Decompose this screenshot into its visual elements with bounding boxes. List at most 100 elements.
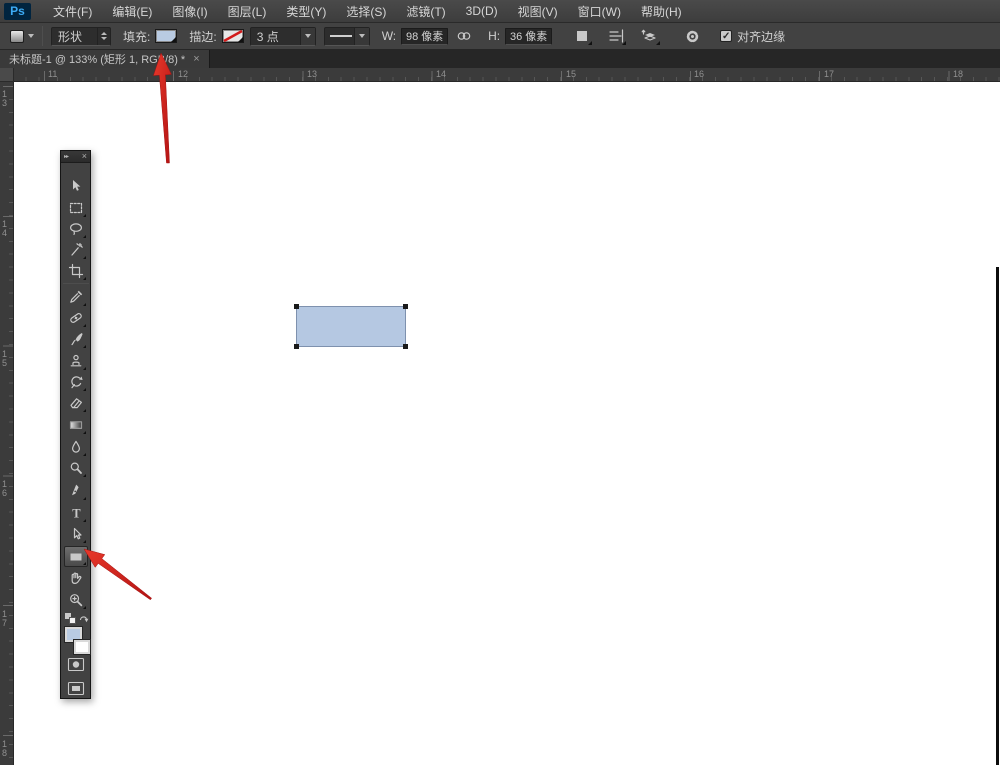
- ruler-number: 14: [436, 69, 446, 79]
- menu-edit[interactable]: 编辑(E): [102, 0, 162, 23]
- fill-label: 填充:: [123, 28, 150, 45]
- zoom-tool[interactable]: [65, 590, 87, 610]
- swatch-corner-icon: [588, 41, 592, 45]
- close-icon[interactable]: ×: [82, 152, 87, 161]
- quick-mask-mode-button[interactable]: [66, 656, 86, 678]
- gradient-tool[interactable]: [65, 415, 87, 435]
- swatch-corner-icon: [622, 41, 626, 45]
- align-edges-checkbox[interactable]: ✓: [720, 30, 732, 42]
- chevron-down-icon[interactable]: [354, 28, 369, 45]
- shape-width-field[interactable]: 98 像素: [401, 28, 448, 45]
- document-tab[interactable]: 未标题-1 @ 133% (矩形 1, RGB/8) * ×: [0, 50, 210, 68]
- rectangular-marquee-tool[interactable]: [65, 198, 87, 218]
- width-label: W:: [382, 29, 396, 43]
- menu-3d[interactable]: 3D(D): [456, 0, 508, 23]
- anchor-handle[interactable]: [294, 344, 299, 349]
- document-tab-title: 未标题-1 @ 133% (矩形 1, RGB/8) *: [9, 51, 185, 67]
- link-dimensions-icon[interactable]: [452, 26, 476, 47]
- stroke-width-combo[interactable]: 3 点: [250, 27, 316, 46]
- rectangle-tool[interactable]: [64, 546, 88, 567]
- collapse-panel-icon[interactable]: ▸▸: [64, 153, 68, 160]
- path-operations-button[interactable]: [570, 26, 594, 47]
- ruler-number: 15: [2, 350, 9, 368]
- align-edges-label: 对齐边缘: [737, 28, 785, 45]
- stroke-style-dropdown[interactable]: [324, 27, 370, 46]
- menu-window[interactable]: 窗口(W): [568, 0, 631, 23]
- swatch-corner-icon: [171, 37, 176, 42]
- rectangle-shape[interactable]: [296, 306, 406, 347]
- eraser-tool[interactable]: [65, 393, 87, 413]
- divider: [63, 283, 89, 284]
- ruler-number: 14: [2, 220, 9, 238]
- menu-filter[interactable]: 滤镜(T): [396, 0, 455, 23]
- spinner-icon[interactable]: [97, 28, 110, 45]
- menu-help[interactable]: 帮助(H): [631, 0, 692, 23]
- path-alignment-button[interactable]: [604, 26, 628, 47]
- fill-color-swatch[interactable]: [155, 29, 177, 43]
- arrow-to-rectangle-tool: [84, 549, 152, 600]
- dodge-tool[interactable]: [65, 458, 87, 478]
- menu-layer[interactable]: 图层(L): [218, 0, 277, 23]
- stroke-width-value: 3 点: [257, 28, 279, 45]
- tools-panel-titlebar[interactable]: ▸▸ ×: [61, 151, 90, 163]
- photoshop-logo: Ps: [4, 3, 31, 20]
- height-label: H:: [488, 29, 500, 43]
- spot-healing-brush-tool[interactable]: [65, 308, 87, 328]
- vertical-ruler[interactable]: 13 14 15 16 17 18: [0, 82, 14, 765]
- menu-select[interactable]: 选择(S): [336, 0, 396, 23]
- ruler-ticks: [14, 71, 1000, 81]
- path-arrangement-button[interactable]: [638, 26, 662, 47]
- eyedropper-tool[interactable]: [65, 287, 87, 307]
- menu-view[interactable]: 视图(V): [508, 0, 568, 23]
- menu-file[interactable]: 文件(F): [43, 0, 102, 23]
- ruler-number: 18: [953, 69, 963, 79]
- screen-mode-button[interactable]: [66, 680, 86, 702]
- ruler-number: 11: [48, 69, 57, 79]
- anchor-handle[interactable]: [403, 304, 408, 309]
- crop-tool[interactable]: [65, 261, 87, 281]
- history-brush-tool[interactable]: [65, 372, 87, 392]
- ruler-corner: [0, 68, 14, 82]
- anchor-handle[interactable]: [294, 304, 299, 309]
- stroke-label: 描边:: [189, 28, 216, 45]
- window-edge: [996, 267, 999, 765]
- gear-icon[interactable]: [680, 26, 704, 47]
- tools-panel: ▸▸ × T: [60, 150, 91, 699]
- annotation-arrows: [0, 0, 1000, 765]
- hand-tool[interactable]: [65, 568, 87, 588]
- svg-text:T: T: [72, 507, 81, 521]
- tool-preset-icon: [10, 30, 24, 43]
- path-selection-tool[interactable]: [65, 524, 87, 544]
- horizontal-ruler[interactable]: 11 12 13 14 15 16 17 18: [0, 68, 1000, 82]
- type-tool[interactable]: T: [65, 503, 87, 523]
- divider: [42, 26, 43, 46]
- options-bar: 形状 填充: 描边: 3 点 W: 98 像素 H: 36 像素: [0, 23, 1000, 50]
- quick-selection-tool[interactable]: [65, 240, 87, 260]
- ruler-number: 13: [2, 90, 9, 108]
- background-color-swatch[interactable]: [74, 640, 90, 654]
- shape-mode-value: 形状: [58, 28, 82, 45]
- clone-stamp-tool[interactable]: [65, 351, 87, 371]
- ruler-number: 17: [824, 69, 834, 79]
- shape-height-field[interactable]: 36 像素: [505, 28, 552, 45]
- swatch-corner-icon: [238, 37, 243, 42]
- ruler-number: 17: [2, 610, 9, 628]
- brush-tool[interactable]: [65, 329, 87, 349]
- menu-image[interactable]: 图像(I): [162, 0, 217, 23]
- menu-type[interactable]: 类型(Y): [276, 0, 336, 23]
- lasso-tool[interactable]: [65, 219, 87, 239]
- ruler-ticks: [3, 82, 13, 765]
- close-icon[interactable]: ×: [193, 53, 199, 65]
- solid-line-icon: [330, 35, 352, 37]
- chevron-down-icon: [28, 34, 34, 38]
- chevron-down-icon[interactable]: [300, 28, 315, 45]
- anchor-handle[interactable]: [403, 344, 408, 349]
- ruler-number: 15: [566, 69, 576, 79]
- move-tool[interactable]: [65, 176, 87, 196]
- shape-mode-select[interactable]: 形状: [51, 27, 111, 46]
- tool-preset-picker[interactable]: [10, 30, 34, 43]
- ruler-number: 18: [2, 740, 9, 758]
- blur-tool[interactable]: [65, 437, 87, 457]
- pen-tool[interactable]: [65, 481, 87, 501]
- stroke-color-swatch[interactable]: [222, 29, 244, 43]
